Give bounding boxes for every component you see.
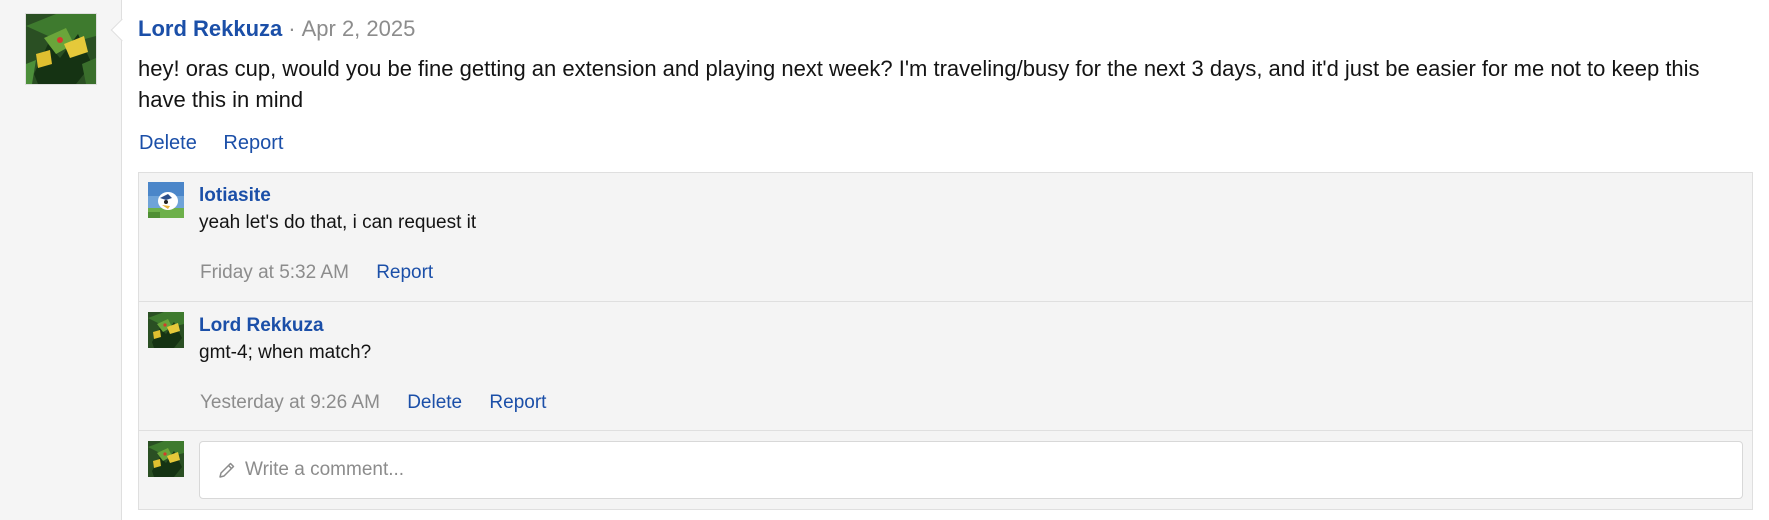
comment-text: gmt-4; when match? [199, 342, 372, 363]
comment-text: yeah let's do that, i can request it [199, 212, 477, 233]
post-header-separator: · [288, 16, 296, 41]
comments-section: lotiasite yeah let's do that, i can requ… [138, 172, 1753, 510]
post-author-link[interactable]: Lord Rekkuza [138, 16, 282, 41]
comment-delete-link[interactable]: Delete [407, 392, 462, 413]
comment-item: Lord Rekkuza gmt-4; when match? Yesterda… [139, 302, 1752, 431]
comment-item: lotiasite yeah let's do that, i can requ… [139, 173, 1752, 302]
post-report-link[interactable]: Report [223, 132, 283, 154]
comment-input[interactable]: Write a comment... [199, 441, 1743, 499]
post-pointer [110, 18, 134, 42]
commenter-avatar[interactable] [148, 182, 184, 218]
post-delete-link[interactable]: Delete [139, 132, 197, 154]
current-user-avatar[interactable] [148, 441, 184, 477]
author-avatar-frame[interactable] [25, 13, 97, 85]
comment-author-link[interactable]: lotiasite [199, 185, 271, 207]
comment-author-link[interactable]: Lord Rekkuza [199, 315, 324, 337]
post-date[interactable]: Apr 2, 2025 [302, 16, 416, 41]
pencil-icon [217, 460, 237, 480]
post-body: hey! oras cup, would you be fine getting… [138, 56, 1700, 112]
reply-row: Write a comment... [139, 431, 1752, 510]
post-actions: Delete Report [139, 132, 304, 155]
comment-meta: Yesterday at 9:26 AM Delete Report [200, 392, 568, 414]
comment-report-link[interactable]: Report [489, 392, 546, 413]
comment-meta: Friday at 5:32 AM Report [200, 262, 455, 284]
comment-input-placeholder: Write a comment... [245, 459, 405, 480]
post-header: Lord Rekkuza · Apr 2, 2025 [138, 16, 415, 42]
comment-timestamp[interactable]: Yesterday at 9:26 AM [200, 392, 380, 413]
comment-report-link[interactable]: Report [376, 262, 433, 283]
author-avatar[interactable] [26, 14, 96, 84]
profile-post-page: Lord Rekkuza · Apr 2, 2025 hey! oras cup, … [0, 0, 1769, 520]
commenter-avatar[interactable] [148, 312, 184, 348]
post-gutter [0, 0, 134, 520]
comment-timestamp[interactable]: Friday at 5:32 AM [200, 262, 349, 283]
